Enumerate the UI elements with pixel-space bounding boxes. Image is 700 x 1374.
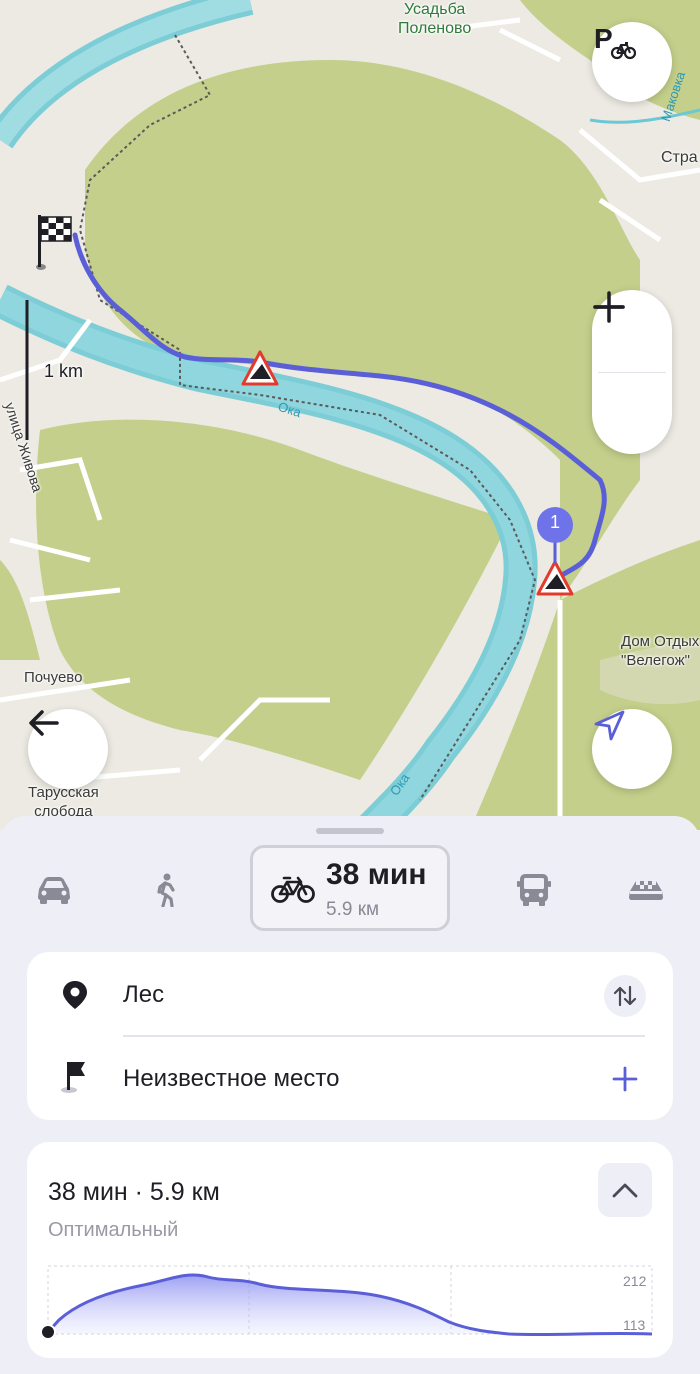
car-icon	[38, 877, 70, 904]
swap-button[interactable]	[604, 975, 646, 1017]
map-label-usadba: Усадьба Поленово	[398, 1, 472, 37]
bike-parking-button[interactable]: P	[592, 22, 672, 102]
zoom-control	[592, 290, 672, 454]
map-label-dom: Дом Отдых "Велегож"	[621, 633, 700, 669]
mode-walk-tab[interactable]	[146, 872, 186, 908]
bike-parking-icon: P	[594, 23, 636, 60]
map-label-pochuevo: Почуево	[24, 669, 83, 686]
elevation-min-label: 113	[623, 1317, 646, 1333]
elevation-chart	[40, 1265, 653, 1340]
location-pin-icon	[63, 981, 87, 1009]
forest-area	[0, 560, 40, 660]
minus-icon	[593, 305, 625, 309]
bike-icon	[271, 876, 315, 903]
back-button[interactable]	[28, 709, 108, 789]
collapse-button[interactable]	[598, 1163, 652, 1217]
mode-bus-tab[interactable]	[514, 872, 554, 908]
swap-icon	[613, 985, 637, 1007]
to-label[interactable]: Неизвестное место	[123, 1065, 339, 1093]
svg-text:P: P	[594, 23, 613, 54]
scale-label: 1 km	[44, 361, 84, 381]
map[interactable]: Усадьба Поленово Маковка Стра 1 km улица…	[0, 0, 700, 830]
add-stop-icon[interactable]	[612, 1066, 638, 1092]
mode-taxi-tab[interactable]	[624, 872, 668, 908]
map-label-stra: Стра	[661, 149, 698, 166]
flag-icon	[61, 1062, 85, 1093]
mode-bike-tab[interactable]: 38 мин 5.9 км	[250, 845, 450, 931]
points-divider	[123, 1035, 645, 1037]
mode-car-tab[interactable]	[34, 872, 74, 908]
chevron-up-icon	[612, 1183, 638, 1198]
elevation-max-label: 212	[623, 1273, 647, 1289]
active-mode-time: 38 мин	[326, 858, 427, 891]
sheet-handle[interactable]	[316, 828, 384, 834]
route-summary: 38 мин · 5.9 км	[48, 1178, 220, 1206]
taxi-icon	[629, 881, 663, 900]
route-details-card: 38 мин · 5.9 км Оптимальный 212 113	[27, 1142, 673, 1358]
finish-flag-icon	[36, 215, 72, 270]
zoom-out-button[interactable]	[592, 305, 672, 455]
route-points-card: Лес Неизвестное место	[27, 952, 673, 1120]
navigation-arrow-icon	[594, 710, 625, 741]
active-mode-distance: 5.9 км	[326, 899, 380, 920]
waypoint-number: 1	[549, 512, 560, 532]
route-type: Оптимальный	[48, 1219, 179, 1241]
locate-button[interactable]	[592, 709, 672, 789]
arrow-left-icon	[29, 710, 59, 736]
walk-icon	[157, 873, 175, 907]
bus-icon	[517, 874, 551, 906]
from-label[interactable]: Лес	[123, 981, 164, 1009]
route-sheet: 38 мин 5.9 км Лес Неизвестное место 38 м…	[0, 816, 700, 1374]
